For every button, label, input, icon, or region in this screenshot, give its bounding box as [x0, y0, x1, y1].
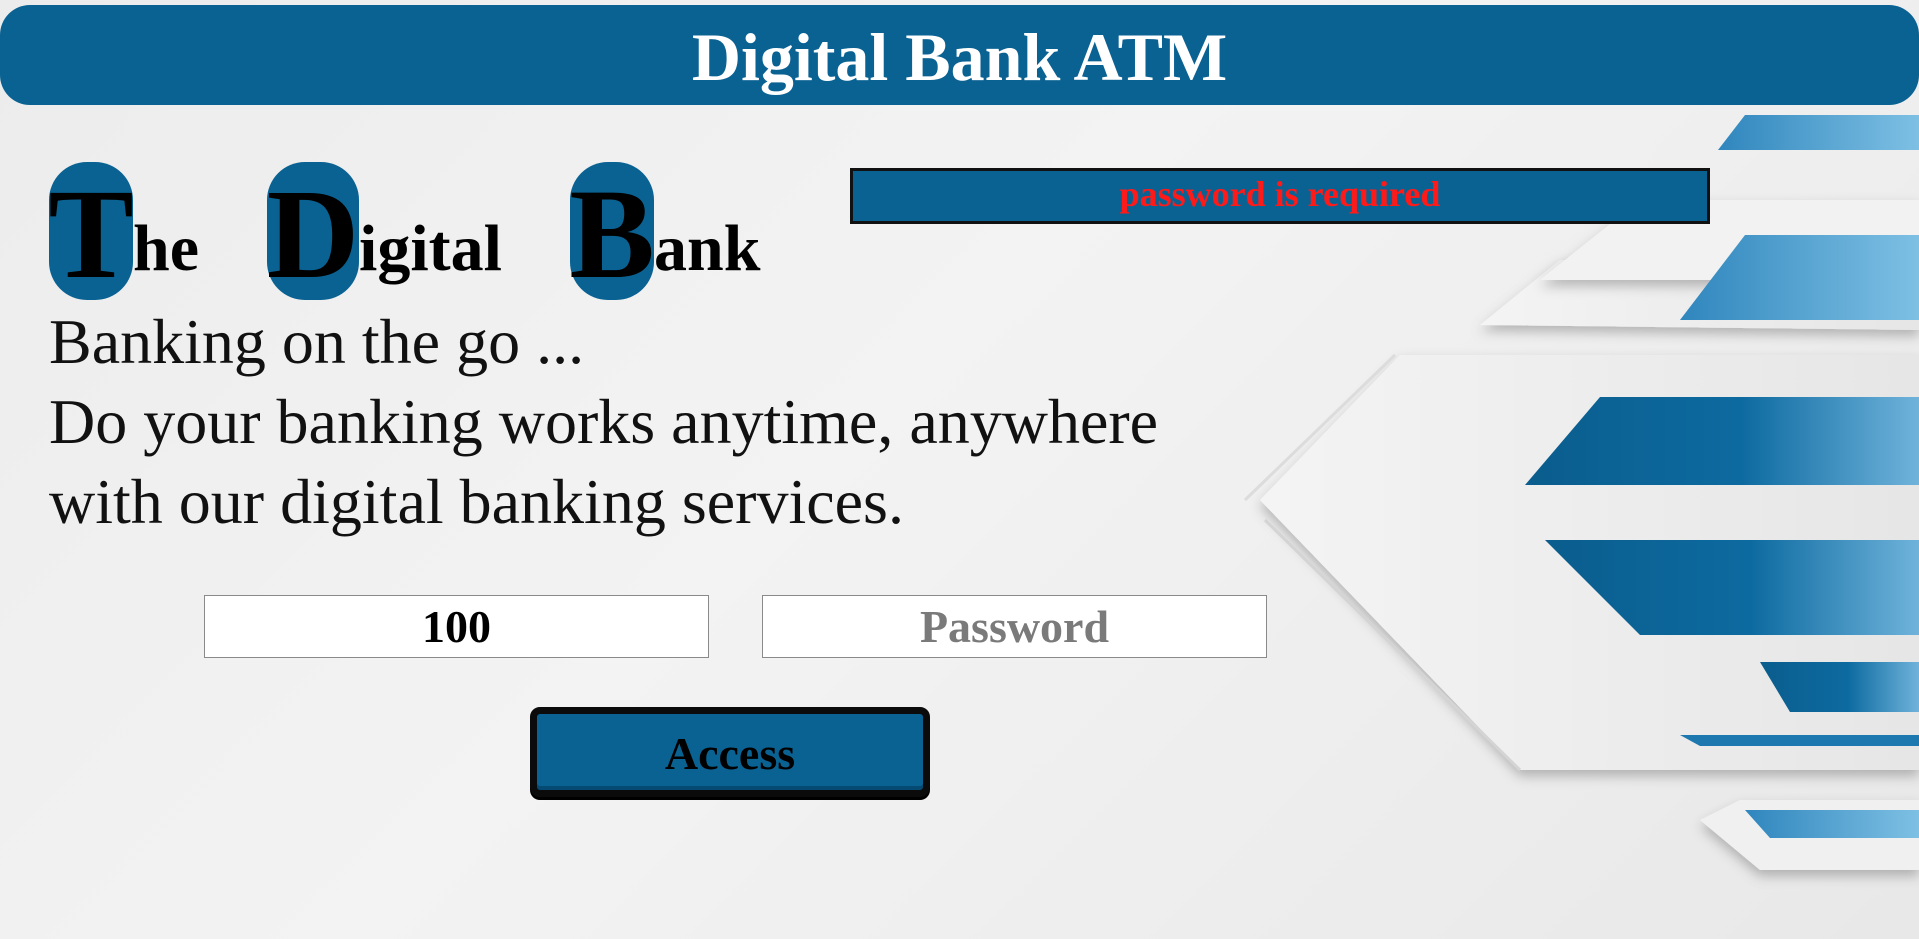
tagline-line-2: Do your banking works anytime, anywhere	[49, 386, 1159, 457]
brand-initial-t: T	[48, 162, 134, 305]
brand-word-digital: D igital	[267, 162, 502, 300]
brand-initial-b: B	[569, 162, 655, 305]
access-button[interactable]: Access	[530, 707, 930, 797]
error-message: password is required	[1119, 174, 1441, 214]
header-bar: Digital Bank ATM	[0, 5, 1919, 105]
tagline-line-1: Banking on the go ...	[49, 306, 585, 377]
brand-word-rest: he	[133, 212, 199, 285]
atm-page: Digital Bank ATM T he D igital B ank pas…	[0, 0, 1919, 939]
error-banner: password is required	[850, 168, 1710, 224]
brand-word-bank: B ank	[569, 162, 761, 305]
access-button-label: Access	[664, 728, 796, 779]
app-title: Digital Bank ATM	[691, 19, 1228, 95]
account-number-input[interactable]	[204, 595, 709, 658]
tagline: Banking on the go ... Do your banking wo…	[49, 302, 1158, 542]
brand-word-rest: igital	[359, 212, 502, 285]
password-input[interactable]	[762, 595, 1267, 658]
brand-logo: T he D igital B ank	[48, 155, 761, 305]
brand-word-the: T he	[48, 162, 199, 305]
tagline-line-3: with our digital banking services.	[49, 466, 904, 537]
brand-initial-d: D	[266, 162, 360, 305]
brand-word-rest: ank	[654, 212, 761, 285]
